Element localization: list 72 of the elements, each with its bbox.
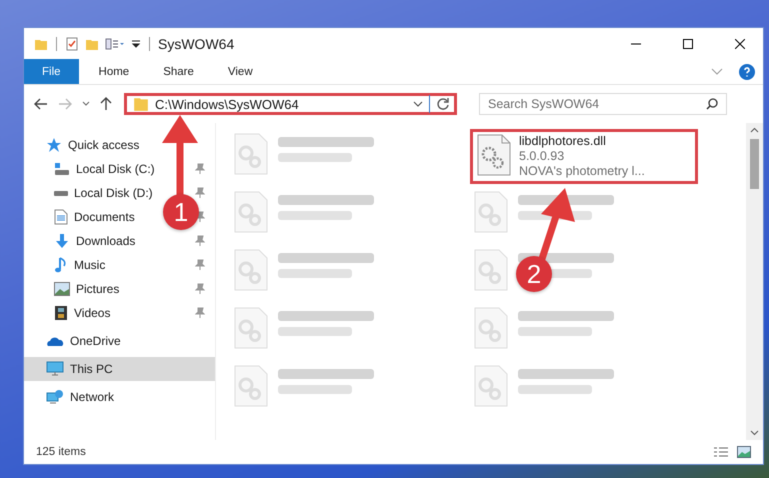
address-field[interactable]: C:\Windows\SysWOW64 <box>124 93 457 115</box>
file-description: NOVA's photometry l... <box>519 164 645 179</box>
drive-icon <box>54 190 68 196</box>
address-path: C:\Windows\SysWOW64 <box>155 96 300 112</box>
sidebar-item[interactable]: Quick access <box>24 133 215 157</box>
refresh-icon[interactable] <box>436 97 450 111</box>
sidebar-item[interactable]: Videos <box>54 305 110 321</box>
search-field[interactable]: Search SysWOW64 <box>479 93 727 115</box>
details-view-icon[interactable] <box>713 446 729 458</box>
sidebar-item[interactable]: OneDrive <box>24 329 215 353</box>
scrollbar[interactable] <box>746 123 763 440</box>
sidebar-label: Videos <box>74 306 110 320</box>
help-icon[interactable] <box>739 64 755 80</box>
cloud-icon <box>46 335 64 347</box>
pin-icon[interactable] <box>195 163 205 175</box>
sidebar-item[interactable]: Downloads <box>54 233 136 249</box>
music-note-icon <box>54 257 68 273</box>
sidebar-label: Music <box>74 258 106 272</box>
pin-icon[interactable] <box>195 235 205 247</box>
sidebar-label: Local Disk (C:) <box>76 162 155 176</box>
sidebar-item[interactable]: Music <box>54 257 106 273</box>
ribbon-tab[interactable]: Home <box>84 59 144 84</box>
star-icon <box>46 137 62 153</box>
folder-icon <box>133 96 149 112</box>
pin-icon[interactable] <box>195 259 205 271</box>
window-title: SysWOW64 <box>158 36 234 52</box>
sidebar-label: Local Disk (D:) <box>74 186 153 200</box>
sidebar-label: Pictures <box>76 282 120 296</box>
sidebar-label: Network <box>70 390 114 404</box>
maximize-icon[interactable] <box>683 38 693 48</box>
large-icons-view-icon[interactable] <box>737 446 751 458</box>
sidebar-label: This PC <box>70 362 113 376</box>
pin-icon[interactable] <box>195 307 205 319</box>
back-arrow-icon[interactable] <box>34 98 48 110</box>
sidebar-item[interactable]: This PC <box>24 357 215 381</box>
up-arrow-icon[interactable] <box>100 97 112 111</box>
chevron-down-icon[interactable] <box>750 430 759 436</box>
ribbon-tab[interactable]: File <box>24 59 79 84</box>
document-icon <box>54 209 68 225</box>
ribbon-tab[interactable]: View <box>214 59 267 84</box>
monitor-icon <box>46 361 64 377</box>
ribbon-tab[interactable]: Share <box>149 59 208 84</box>
file-item[interactable]: libdlphotores.dll 5.0.0.93 NOVA's photometry l... <box>470 129 698 184</box>
sidebar-item[interactable]: Documents <box>54 209 135 225</box>
item-count: 125 items <box>36 446 86 458</box>
sidebar-label: OneDrive <box>70 334 121 348</box>
chevron-up-icon[interactable] <box>750 127 759 133</box>
pin-icon[interactable] <box>195 283 205 295</box>
sidebar-label: Downloads <box>76 234 136 248</box>
dll-file-icon <box>477 134 511 176</box>
chevron-down-icon[interactable] <box>413 101 423 107</box>
drive-icon <box>54 162 70 176</box>
film-icon <box>54 305 68 321</box>
checklist-icon[interactable] <box>65 36 79 50</box>
download-arrow-icon <box>54 233 70 249</box>
sidebar-item[interactable]: Pictures <box>54 282 120 296</box>
sidebar-item[interactable]: Local Disk (D:) <box>54 186 153 200</box>
sidebar-item[interactable]: Network <box>24 385 215 409</box>
close-icon[interactable] <box>735 38 745 48</box>
scrollbar-thumb[interactable] <box>750 139 759 189</box>
properties-icon[interactable] <box>105 36 125 50</box>
sidebar-item[interactable]: Local Disk (C:) <box>54 162 155 176</box>
file-detail: 5.0.0.93 <box>519 149 566 164</box>
sidebar-label: Quick access <box>68 138 140 152</box>
pin-icon[interactable] <box>195 187 205 199</box>
sidebar-label: Documents <box>74 210 135 224</box>
search-icon[interactable] <box>706 98 718 110</box>
file-name: libdlphotores.dll <box>519 134 607 149</box>
dropdown-arrow-icon[interactable] <box>131 38 141 48</box>
network-icon <box>46 389 64 405</box>
chevron-down-icon[interactable] <box>82 101 90 107</box>
picture-icon <box>54 282 70 296</box>
